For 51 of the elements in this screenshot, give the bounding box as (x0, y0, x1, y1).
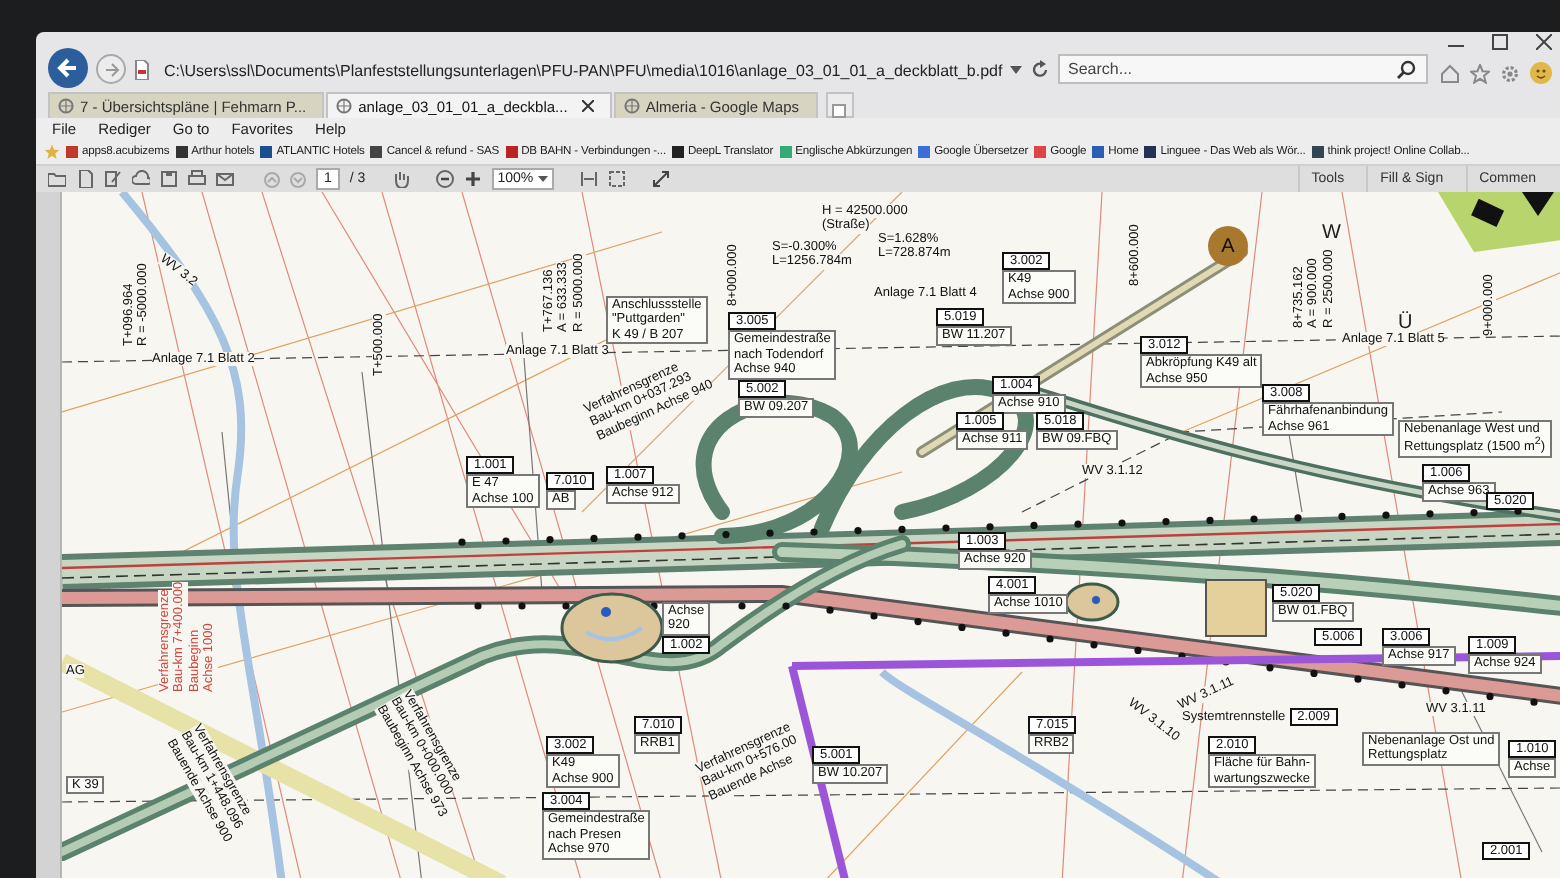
mail-icon[interactable] (216, 170, 234, 188)
globe-icon (623, 98, 640, 114)
close-icon[interactable] (1536, 34, 1552, 50)
site-icon (1144, 146, 1157, 158)
document-icon[interactable] (76, 170, 94, 188)
globe-icon (58, 98, 74, 114)
pdf-file-icon (134, 60, 150, 80)
back-button[interactable] (48, 48, 88, 88)
smiley-icon[interactable] (1530, 62, 1552, 84)
address-bar[interactable]: C:\Users\ssl\Documents\Planfeststellungsunterlagen\PFU-PAN\PFU\media\1016\anlage_03_01_01_a_deckblatt_b.pdf (158, 62, 1002, 80)
fit-width-icon[interactable] (607, 170, 626, 188)
globe-icon (336, 98, 353, 114)
refresh-icon[interactable] (1030, 60, 1050, 80)
site-icon (1034, 146, 1047, 158)
save-icon[interactable] (160, 170, 178, 188)
star-icon[interactable] (1470, 63, 1490, 83)
site-icon (779, 146, 792, 158)
caret-icon (537, 174, 548, 184)
site-icon (1092, 146, 1105, 158)
site-icon (671, 146, 684, 158)
site-icon (175, 146, 188, 158)
hand-icon[interactable] (391, 170, 410, 188)
map-text: Ü (1398, 312, 1413, 334)
map-text: W (1322, 222, 1341, 244)
arrow-right-icon (103, 61, 119, 77)
site-icon (370, 146, 383, 158)
zoom-in-icon[interactable] (463, 170, 482, 188)
cloud-icon[interactable] (132, 170, 150, 188)
site-icon (1311, 146, 1324, 158)
new-tab-icon (832, 104, 847, 118)
full-screen-icon[interactable] (651, 170, 670, 188)
new-tab-button[interactable] (825, 92, 854, 118)
settings-icon[interactable] (1500, 63, 1520, 83)
home-icon[interactable] (1440, 63, 1460, 83)
close-icon[interactable] (581, 100, 594, 112)
edit-document-icon[interactable] (104, 170, 122, 188)
printer-icon[interactable] (188, 170, 206, 188)
site-icon (66, 146, 78, 158)
site-icon (260, 146, 273, 158)
site-icon (505, 146, 518, 158)
arrow-left-icon (56, 56, 80, 80)
zoom-out-icon[interactable] (435, 170, 454, 188)
star-icon[interactable] (44, 144, 60, 160)
site-icon (918, 146, 931, 158)
map-marker: A (1208, 226, 1248, 266)
search-field[interactable]: Search... (1058, 54, 1428, 84)
maximize-icon[interactable] (1492, 34, 1508, 50)
forward-button[interactable] (96, 54, 126, 84)
dropdown-icon[interactable] (1010, 64, 1022, 76)
open-folder-icon[interactable] (48, 170, 66, 188)
fit-page-icon[interactable] (579, 170, 598, 188)
